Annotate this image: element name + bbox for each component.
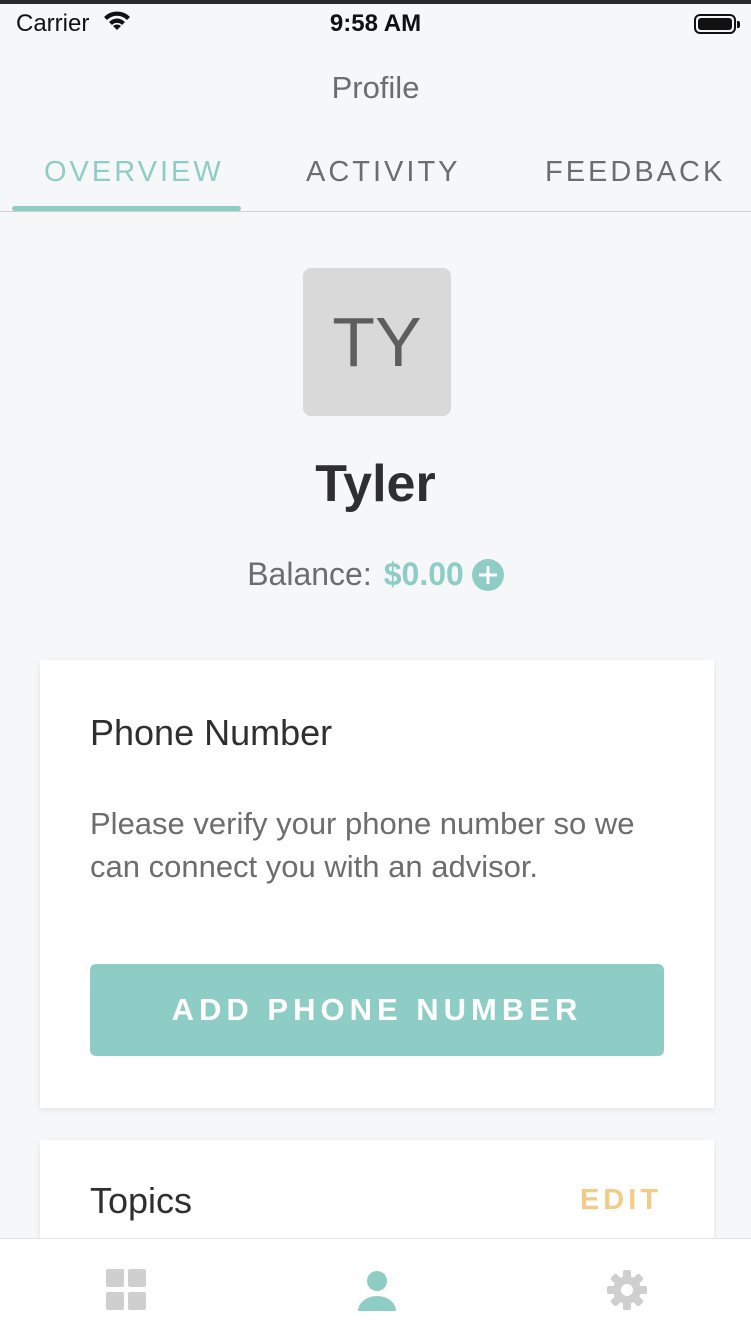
user-name: Tyler <box>315 455 436 513</box>
clock: 9:58 AM <box>329 10 422 37</box>
balance-label: Balance: <box>247 556 372 592</box>
tab-bar: OVERVIEW ACTIVITY FEEDBACK <box>0 140 751 212</box>
edit-topics-button[interactable]: EDIT <box>580 1184 662 1217</box>
tab-activity[interactable]: ACTIVITY <box>306 156 461 189</box>
phone-card-title: Phone Number <box>90 712 333 753</box>
phone-card-description: Please verify your phone number so we ca… <box>90 806 635 884</box>
status-bar: Carrier 9:58 AM <box>0 4 751 48</box>
add-phone-number-button[interactable]: ADD PHONE NUMBER <box>90 964 664 1056</box>
active-tab-indicator <box>12 206 241 211</box>
user-profile-icon[interactable] <box>356 1269 398 1311</box>
settings-gear-icon[interactable] <box>606 1269 648 1311</box>
balance-value: $0.00 <box>383 556 464 592</box>
avatar[interactable]: TY <box>303 268 451 416</box>
page-title: Profile <box>331 70 420 105</box>
balance-row: Balance: $0.00 <box>0 556 751 593</box>
battery-icon <box>694 14 740 34</box>
bottom-tab-bar <box>0 1238 751 1337</box>
phone-number-card: Phone Number Please verify your phone nu… <box>40 660 714 1108</box>
tab-overview[interactable]: OVERVIEW <box>44 156 224 189</box>
tab-feedback[interactable]: FEEDBACK <box>545 156 725 189</box>
topics-card-title: Topics <box>90 1180 193 1221</box>
dashboard-grid-icon[interactable] <box>106 1269 148 1311</box>
add-balance-plus-icon[interactable] <box>471 558 504 591</box>
